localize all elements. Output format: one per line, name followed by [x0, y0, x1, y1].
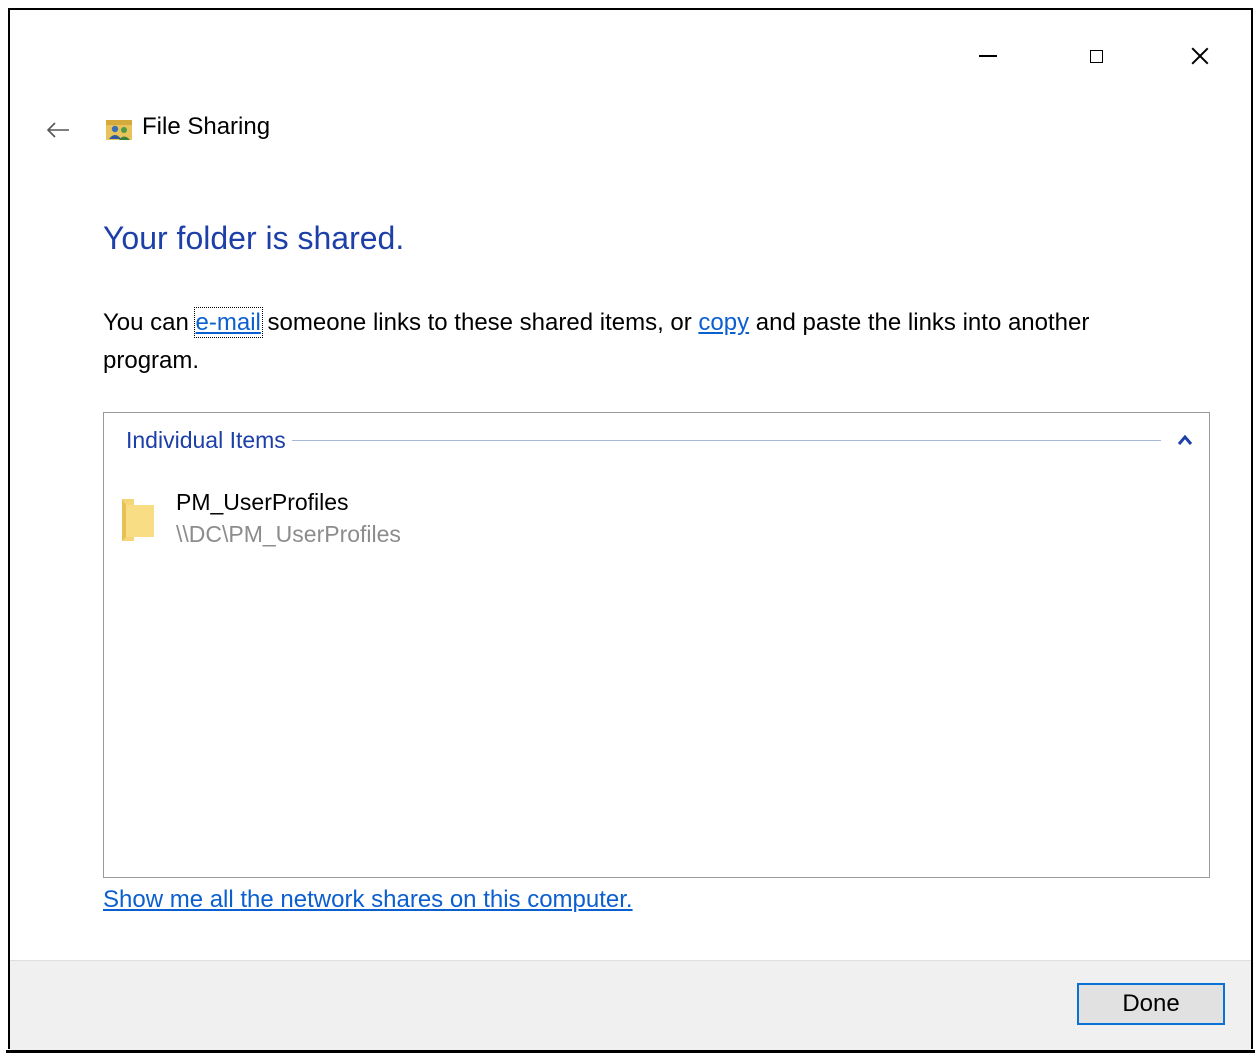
- description-text: You can: [103, 309, 196, 336]
- back-arrow-icon: [46, 122, 69, 138]
- group-divider: [291, 439, 1161, 441]
- share-description: You can e-mail someone links to these sh…: [103, 304, 1183, 380]
- item-text: PM_UserProfiles \\DC\PM_UserProfiles: [176, 487, 401, 551]
- minimize-button[interactable]: [968, 36, 1008, 76]
- close-icon: [1191, 47, 1209, 65]
- shared-items-group: Individual Items PM_UserProfiles \\DC\PM…: [103, 412, 1210, 878]
- network-shares-link[interactable]: Show me all the network shares on this c…: [103, 886, 633, 914]
- folder-icon: [122, 499, 154, 541]
- list-item[interactable]: PM_UserProfiles \\DC\PM_UserProfiles: [120, 487, 401, 551]
- file-sharing-window: File Sharing Your folder is shared. You …: [8, 8, 1253, 1051]
- email-link[interactable]: e-mail: [193, 307, 263, 338]
- minimize-icon: [979, 55, 997, 57]
- back-button[interactable]: [38, 110, 78, 150]
- maximize-button[interactable]: [1076, 36, 1116, 76]
- window-title: File Sharing: [142, 113, 271, 140]
- page-heading: Your folder is shared.: [103, 220, 405, 256]
- maximize-icon: [1089, 49, 1103, 63]
- group-label: Individual Items: [126, 426, 286, 453]
- group-header: Individual Items: [126, 425, 1193, 455]
- copy-link[interactable]: copy: [698, 309, 749, 336]
- description-text: someone links to these shared items, or: [260, 309, 699, 336]
- item-name: PM_UserProfiles: [176, 489, 349, 515]
- item-path: \\DC\PM_UserProfiles: [176, 521, 401, 547]
- file-sharing-icon: [106, 120, 132, 140]
- close-button[interactable]: [1180, 36, 1220, 76]
- done-button[interactable]: Done: [1077, 983, 1225, 1025]
- footer-bar: Done: [10, 960, 1251, 1051]
- chevron-up-icon[interactable]: [1177, 434, 1193, 446]
